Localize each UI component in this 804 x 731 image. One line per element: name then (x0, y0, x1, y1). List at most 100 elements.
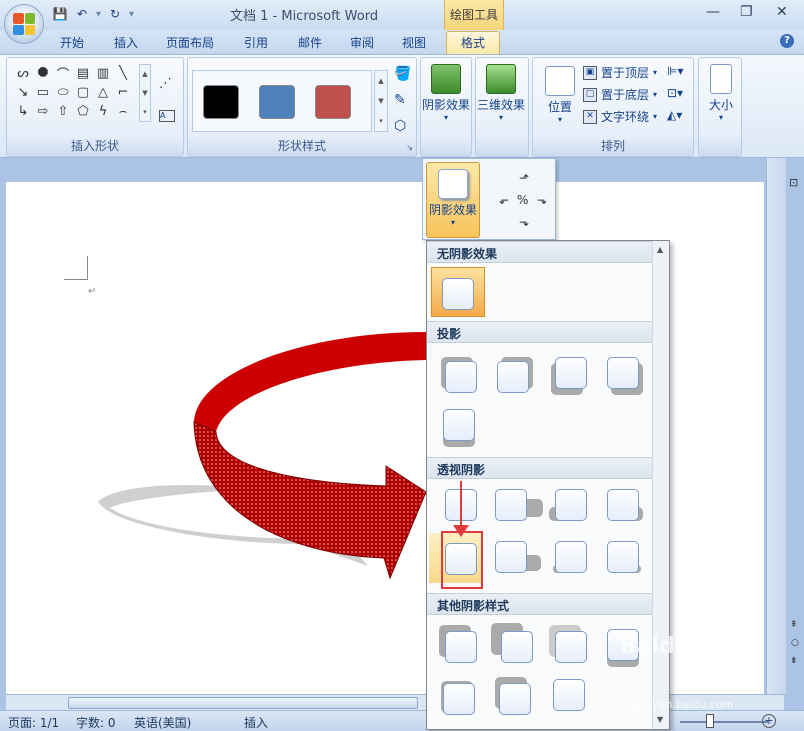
drop-shadow-option-4[interactable] (597, 349, 651, 399)
zoom-slider[interactable] (680, 721, 768, 723)
curve-icon[interactable]: ᔕ (13, 64, 33, 83)
drop-shadow-option-2[interactable] (487, 349, 541, 399)
next-page-icon[interactable]: ⇟ (790, 656, 798, 666)
oval-icon[interactable]: ⬭ (53, 83, 73, 102)
styles-gallery-scroll[interactable]: ▲ ▼ ▾ (374, 70, 388, 132)
align-icon[interactable]: ⊫▾ (667, 64, 683, 78)
perspective-shadow-option-7[interactable] (543, 533, 597, 583)
lightning-icon[interactable]: ϟ (93, 102, 113, 121)
word-count[interactable]: 字数: 0 (76, 714, 116, 731)
position-button[interactable]: 位置 ▾ (535, 62, 585, 138)
change-shape-icon[interactable]: ⬡ (394, 118, 418, 138)
size-button[interactable]: 大小 ▾ (696, 60, 746, 136)
send-to-back-button[interactable]: ▢ 置于底层 ▾ (583, 86, 657, 103)
previous-page-icon[interactable]: ⇞ (790, 620, 798, 630)
language-indicator[interactable]: 英语(美国) (134, 714, 191, 731)
perspective-shadow-option-6[interactable] (487, 533, 541, 583)
ruler-toggle-icon[interactable]: ⊡ (789, 176, 798, 189)
style-swatch-blue[interactable] (259, 85, 295, 119)
bring-to-front-icon: ▣ (583, 65, 597, 80)
scroll-down-icon[interactable]: ▼ (657, 715, 663, 724)
fill-color-icon[interactable]: 🪣 (394, 66, 418, 86)
pentagon-icon[interactable]: ⬠ (73, 102, 93, 121)
shadow-effects-button[interactable]: 阴影效果 ▾ (421, 60, 471, 136)
nudge-up-icon[interactable]: ⬏ (519, 171, 529, 185)
text-box-icon[interactable]: ▤ (73, 64, 93, 83)
tab-home[interactable]: 开始 (60, 34, 84, 51)
insert-mode-indicator[interactable]: 插入 (244, 714, 268, 731)
perspective-shadow-option-4[interactable] (597, 481, 651, 531)
tab-references[interactable]: 引用 (244, 34, 268, 51)
other-shadow-option-7[interactable] (543, 671, 597, 721)
vertical-textbox-icon[interactable]: ▥ (93, 64, 113, 83)
tab-mailings[interactable]: 邮件 (298, 34, 322, 51)
shape-styles-launcher-icon[interactable]: ↘ (406, 143, 413, 152)
vertical-scrollbar[interactable] (766, 158, 786, 694)
nudge-down-icon[interactable]: ⬎ (519, 215, 529, 229)
rectangle-icon[interactable]: ▭ (33, 83, 53, 102)
up-arrow-icon[interactable]: ⇧ (53, 102, 73, 121)
other-shadow-option-3[interactable] (543, 619, 597, 669)
arc-icon[interactable]: ⌒ (53, 64, 73, 83)
right-arrow-icon[interactable]: ⇨ (33, 102, 53, 121)
tab-review[interactable]: 审阅 (350, 34, 374, 51)
perspective-shadow-option-2[interactable] (487, 481, 543, 531)
perspective-shadow-option-8[interactable] (597, 533, 651, 583)
scroll-up-icon[interactable]: ▲ (657, 245, 663, 254)
text-wrapping-button[interactable]: ✕ 文字环绕 ▾ (583, 108, 657, 125)
tab-format[interactable]: 格式 (446, 31, 501, 54)
3d-effects-button[interactable]: 三维效果 ▾ (476, 60, 526, 136)
rounded-rect-icon[interactable]: ▢ (73, 83, 93, 102)
close-button[interactable]: ✕ (776, 4, 788, 20)
nudge-left-icon[interactable]: ⬐ (499, 193, 509, 207)
tab-view[interactable]: 视图 (402, 34, 426, 51)
customize-qat-icon[interactable]: ▾ (129, 9, 134, 20)
minimize-button[interactable]: — (706, 4, 720, 20)
octagon-icon[interactable]: ⯃ (33, 64, 53, 83)
other-shadow-option-5[interactable] (433, 671, 487, 721)
elbow-arrow-icon[interactable]: ↳ (13, 102, 33, 121)
edit-shape-icon[interactable]: ⋰ (159, 76, 172, 91)
style-tools: 🪣 ✎ ⬡ (394, 66, 418, 138)
undo-icon[interactable]: ↶ (74, 6, 90, 22)
style-swatch-red[interactable] (315, 85, 351, 119)
browse-object-icon[interactable]: ○ (791, 638, 799, 648)
restore-button[interactable]: ❐ (740, 4, 753, 20)
zoom-in-icon[interactable]: + (762, 714, 776, 728)
horizontal-scroll-thumb[interactable] (68, 697, 418, 709)
tab-insert[interactable]: 插入 (114, 34, 138, 51)
shadow-effects-popout-button[interactable]: 阴影效果 ▾ (426, 162, 480, 238)
line-icon[interactable]: ╲ (113, 64, 133, 83)
bring-to-front-button[interactable]: ▣ 置于顶层 ▾ (583, 64, 657, 81)
curved-connector-icon[interactable]: ⌢ (113, 102, 133, 121)
nudge-right-icon[interactable]: ⬎ (537, 193, 547, 207)
other-shadow-option-6[interactable] (487, 671, 541, 721)
shadow-toggle-icon[interactable]: % (517, 193, 528, 207)
tab-page-layout[interactable]: 页面布局 (166, 34, 214, 51)
group-icon[interactable]: ⊡▾ (667, 86, 683, 100)
triangle-icon[interactable]: △ (93, 83, 113, 102)
perspective-shadow-option-3[interactable] (543, 481, 597, 531)
office-button[interactable] (4, 4, 44, 44)
drop-shadow-option-1[interactable] (433, 349, 487, 399)
other-shadow-option-1[interactable] (433, 619, 487, 669)
draw-textbox-icon[interactable]: A (159, 110, 175, 122)
page-count[interactable]: 页面: 1/1 (8, 714, 59, 731)
chevron-down-icon: ▾ (498, 113, 503, 122)
help-icon[interactable]: ? (780, 34, 794, 48)
drop-shadow-option-5[interactable] (433, 401, 487, 451)
rotate-icon[interactable]: ◭▾ (667, 108, 682, 122)
line-color-icon[interactable]: ✎ (394, 92, 418, 112)
zoom-thumb[interactable] (706, 714, 714, 728)
arrow-line-icon[interactable]: ↘ (13, 83, 33, 102)
elbow-connector-icon[interactable]: ⌐ (113, 83, 133, 102)
redo-icon[interactable]: ↻ (107, 6, 123, 22)
save-icon[interactable]: 💾 (52, 6, 68, 22)
style-swatch-black[interactable] (203, 85, 239, 119)
undo-dropdown-icon[interactable]: ▾ (96, 9, 101, 20)
shadow-effects-popout-label: 阴影效果 (428, 203, 477, 217)
other-shadow-option-2[interactable] (487, 619, 541, 669)
drop-shadow-option-3[interactable] (543, 349, 597, 399)
shapes-gallery-scroll[interactable]: ▲ ▼ ▾ (139, 64, 151, 122)
no-shadow-option[interactable] (431, 267, 485, 317)
